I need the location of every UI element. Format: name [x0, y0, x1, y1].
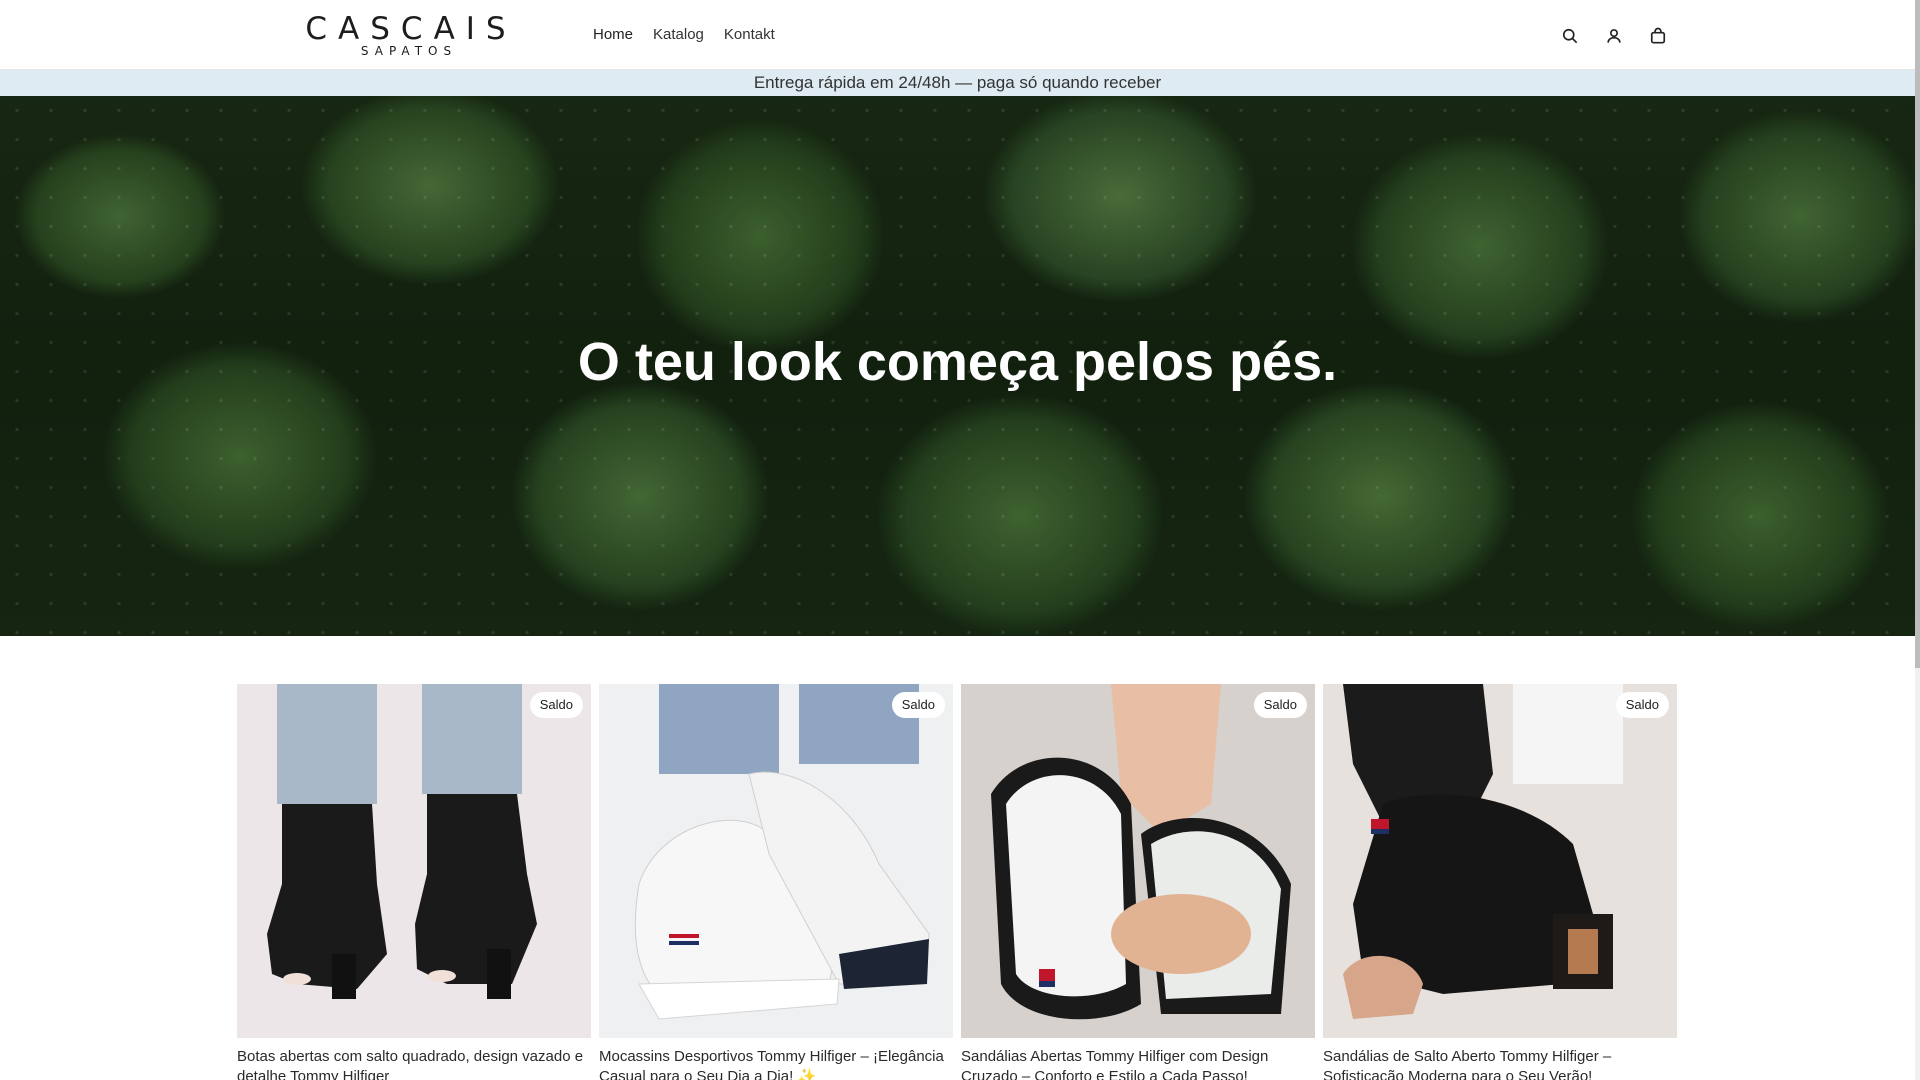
hero-title: O teu look começa pelos pés.: [577, 332, 1338, 392]
product-title[interactable]: Sandálias Abertas Tommy Hilfiger com Des…: [961, 1047, 1315, 1080]
announcement-bar: Entrega rápida em 24/48h — paga só quand…: [0, 70, 1915, 96]
nav-home[interactable]: Home: [593, 25, 633, 45]
product-image[interactable]: Saldo: [961, 684, 1315, 1038]
product-image[interactable]: Saldo: [599, 684, 953, 1038]
product-grid: Saldo Botas abertas com salto quadrado, …: [237, 684, 1677, 1080]
header-actions: [1558, 24, 1670, 48]
heeled-sandal-illustration: [1323, 684, 1677, 1038]
cart-icon[interactable]: [1646, 24, 1670, 48]
ankle-boot-illustration: [237, 684, 591, 1038]
account-icon[interactable]: [1602, 24, 1626, 48]
product-title[interactable]: Mocassins Desportivos Tommy Hilfiger – ¡…: [599, 1047, 953, 1080]
sale-badge: Saldo: [1615, 692, 1669, 718]
product-title[interactable]: Botas abertas com salto quadrado, design…: [237, 1047, 591, 1080]
product-card[interactable]: Saldo Botas abertas com salto quadrado, …: [237, 684, 591, 1080]
product-title[interactable]: Sandálias de Salto Aberto Tommy Hilfiger…: [1323, 1047, 1677, 1080]
hero-banner: O teu look começa pelos pés.: [0, 96, 1915, 636]
sandal-illustration: [961, 684, 1315, 1038]
sneaker-illustration: [599, 684, 953, 1038]
product-card[interactable]: Saldo Sandálias Abertas Tommy Hilfiger c…: [961, 684, 1315, 1080]
logo-wordmark: CASCAIS: [305, 11, 517, 47]
store-logo[interactable]: CASCAIS SAPATOS: [288, 11, 524, 59]
product-card[interactable]: Saldo Sandálias de Salto Aberto Tommy Hi…: [1323, 684, 1677, 1080]
announcement-text: Entrega rápida em 24/48h — paga só quand…: [753, 73, 1162, 92]
site-header: CASCAIS SAPATOS Home Katalog Kontakt: [0, 0, 1915, 70]
product-image[interactable]: Saldo: [1323, 684, 1677, 1038]
search-icon[interactable]: [1558, 24, 1582, 48]
nav-kontakt[interactable]: Kontakt: [724, 25, 775, 45]
sale-badge: Saldo: [1253, 692, 1307, 718]
sale-badge: Saldo: [891, 692, 945, 718]
page-scrollbar[interactable]: [1915, 0, 1920, 1080]
main-nav: Home Katalog Kontakt: [593, 25, 775, 45]
product-card[interactable]: Saldo Mocassins Desportivos Tommy Hilfig…: [599, 684, 953, 1080]
nav-katalog[interactable]: Katalog: [653, 25, 704, 45]
scrollbar-thumb[interactable]: [1915, 0, 1920, 668]
product-image[interactable]: Saldo: [237, 684, 591, 1038]
sale-badge: Saldo: [529, 692, 583, 718]
